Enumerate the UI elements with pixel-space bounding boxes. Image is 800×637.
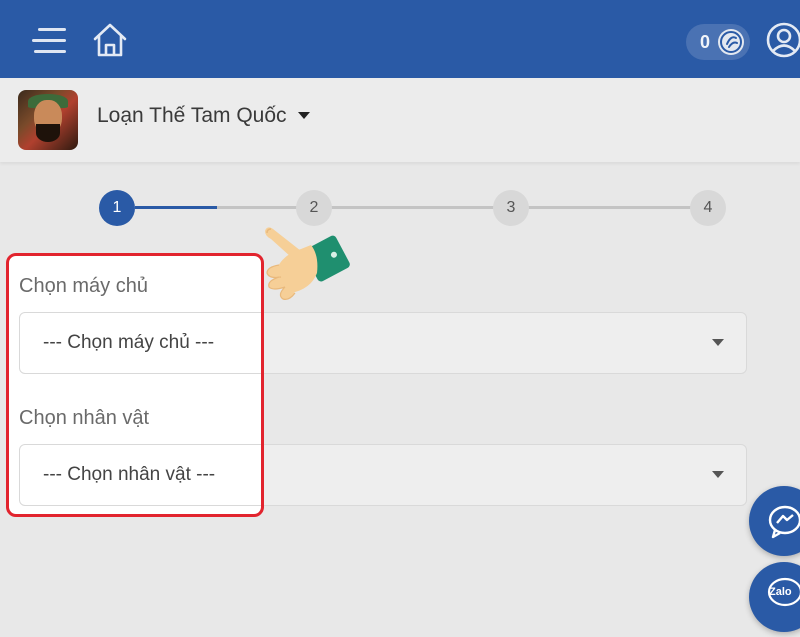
highlight-frame: Chọn máy chủ --- Chọn máy chủ --- Chọn n… xyxy=(6,253,264,517)
chevron-down-icon xyxy=(712,339,724,346)
user-account-icon[interactable] xyxy=(764,20,800,60)
coin-icon xyxy=(718,29,744,55)
coin-balance-badge[interactable]: 0 xyxy=(686,24,750,60)
game-avatar xyxy=(18,90,78,150)
zalo-chat-button[interactable]: Zalo xyxy=(749,562,800,632)
step-1[interactable]: 1 xyxy=(99,190,135,226)
coin-count: 0 xyxy=(700,32,711,52)
step-3[interactable]: 3 xyxy=(493,190,529,226)
character-select[interactable]: --- Chọn nhân vật --- xyxy=(19,444,261,506)
zalo-label: Zalo xyxy=(769,586,792,598)
server-select[interactable]: --- Chọn máy chủ --- xyxy=(19,312,261,374)
chevron-down-icon xyxy=(712,471,724,478)
character-select-placeholder: --- Chọn nhân vật --- xyxy=(43,464,216,485)
game-name-dropdown[interactable]: Loạn Thế Tam Quốc xyxy=(97,104,287,128)
top-app-bar: 0 xyxy=(0,0,800,78)
step-progress-filled xyxy=(135,206,217,209)
server-select-placeholder: --- Chọn máy chủ --- xyxy=(43,332,215,353)
pointing-hand-icon xyxy=(245,215,355,305)
server-label: Chọn máy chủ xyxy=(19,275,148,297)
messenger-chat-button[interactable] xyxy=(749,486,800,556)
hamburger-menu-icon[interactable] xyxy=(30,24,68,58)
step-progress-track xyxy=(217,206,692,209)
caret-down-icon[interactable] xyxy=(298,112,310,119)
home-icon[interactable] xyxy=(90,20,130,60)
character-label: Chọn nhân vật xyxy=(19,407,150,429)
step-4[interactable]: 4 xyxy=(690,190,726,226)
messenger-icon xyxy=(768,505,800,539)
